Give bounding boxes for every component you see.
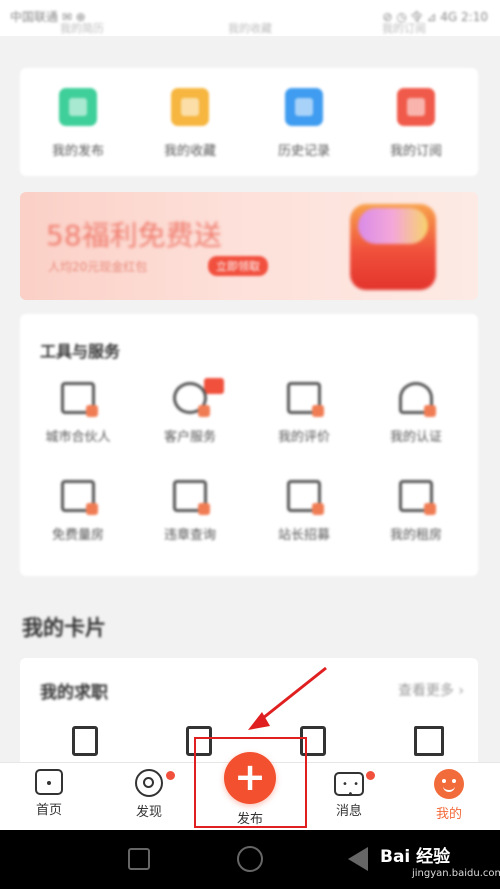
tool-item-partner[interactable]: 城市合伙人 (28, 382, 128, 445)
back-icon[interactable] (348, 847, 368, 871)
tool-label: 免费量房 (51, 528, 104, 543)
chart-icon (61, 480, 98, 515)
quick-item-history[interactable]: 历史记录 (254, 88, 354, 159)
building-icon (61, 382, 98, 417)
tool-item-violation[interactable]: 违章查询 (140, 480, 240, 543)
tab-me-label: 我的 (435, 807, 462, 822)
envelope-icon[interactable] (414, 726, 444, 756)
top-ghost-2: 我的收藏 (228, 22, 272, 35)
house-doc-icon (399, 480, 436, 515)
promo-banner[interactable]: 58福利免费送 人均20元现金红包 立即领取 (20, 192, 478, 300)
bookmark-icon (397, 88, 435, 126)
tool-label: 违章查询 (163, 528, 216, 543)
quick-item-label: 我的收藏 (163, 144, 216, 159)
review-icon (287, 382, 324, 417)
quick-item-my-posts[interactable]: 我的发布 (28, 88, 128, 159)
tool-item-measure[interactable]: 免费量房 (28, 480, 128, 543)
annotation-box (194, 737, 307, 828)
trash-icon (287, 480, 324, 515)
banner-cta[interactable]: 立即领取 (208, 256, 268, 276)
my-cards-title: 我的卡片 (22, 616, 106, 640)
tools-card: 工具与服务 城市合伙人 客户服务 我的评价 我的认证 免费量房 违章查询 站长招… (20, 314, 478, 576)
top-ghost-1: 我的简历 (60, 22, 104, 35)
tab-discover[interactable]: 发现 (104, 769, 194, 820)
quick-item-subscriptions[interactable]: 我的订阅 (366, 88, 466, 159)
tool-label: 我的认证 (389, 430, 442, 445)
resume-icon[interactable] (72, 726, 98, 756)
banner-title: 58福利免费送 (46, 219, 222, 252)
red-envelope-icon (350, 204, 436, 290)
view-more-link[interactable]: 查看更多 › (398, 680, 464, 700)
tools-title: 工具与服务 (40, 342, 121, 361)
view-more-label: 查看更多 (397, 683, 454, 699)
new-badge (204, 378, 224, 394)
tool-label: 站长招募 (277, 528, 330, 543)
tab-home-label: 首页 (35, 803, 62, 818)
tool-item-recruit[interactable]: 站长招募 (254, 480, 354, 543)
tool-label: 我的评价 (277, 430, 330, 445)
tool-item-verification[interactable]: 我的认证 (366, 382, 466, 445)
notification-dot (166, 771, 175, 780)
system-nav-bar: Bai 经验 jingyan.baidu.com (0, 830, 500, 889)
notification-dot (366, 771, 375, 780)
tool-item-reviews[interactable]: 我的评价 (254, 382, 354, 445)
banner-subtitle: 人均20元现金红包 (48, 260, 148, 274)
smiley-icon (434, 769, 464, 799)
discover-icon (135, 769, 163, 797)
star-folder-icon (171, 88, 209, 126)
status-bar: 中国联通 ✉ ⊕ ⊘ ◷ 令 ⊿ 4G 2:10 我的简历 我的收藏 我的订阅 (0, 0, 500, 36)
tab-messages[interactable]: • • • 消息 (304, 769, 394, 819)
quick-item-label: 我的发布 (51, 144, 104, 159)
tool-label: 客户服务 (163, 430, 216, 445)
user-verify-icon (399, 382, 436, 417)
job-card-title: 我的求职 (40, 683, 108, 703)
message-icon: • • • (334, 772, 364, 800)
top-ghost-3: 我的订阅 (382, 22, 426, 35)
home-icon (35, 769, 63, 795)
quick-actions-card: 我的发布 我的收藏 历史记录 我的订阅 (20, 68, 478, 176)
quick-item-label: 我的订阅 (389, 144, 442, 159)
tab-me[interactable]: 我的 (404, 769, 494, 822)
home-circle-icon[interactable] (237, 846, 263, 872)
tab-messages-label: 消息 (335, 804, 362, 819)
watermark-logo: Bai 经验 (380, 847, 451, 867)
tool-item-rental[interactable]: 我的租房 (366, 480, 466, 543)
clock-icon (285, 88, 323, 126)
watermark-url: jingyan.baidu.com (412, 868, 500, 879)
tool-label: 城市合伙人 (45, 430, 111, 445)
list-icon (173, 480, 210, 515)
headset-icon (173, 382, 210, 417)
tab-discover-label: 发现 (135, 805, 162, 820)
tab-home[interactable]: 首页 (4, 769, 94, 818)
document-icon (59, 88, 97, 126)
quick-item-label: 历史记录 (277, 144, 330, 159)
recent-apps-icon[interactable] (128, 848, 150, 870)
quick-item-favorites[interactable]: 我的收藏 (140, 88, 240, 159)
tool-label: 我的租房 (389, 528, 442, 543)
tool-item-customer-service[interactable]: 客户服务 (140, 378, 240, 445)
